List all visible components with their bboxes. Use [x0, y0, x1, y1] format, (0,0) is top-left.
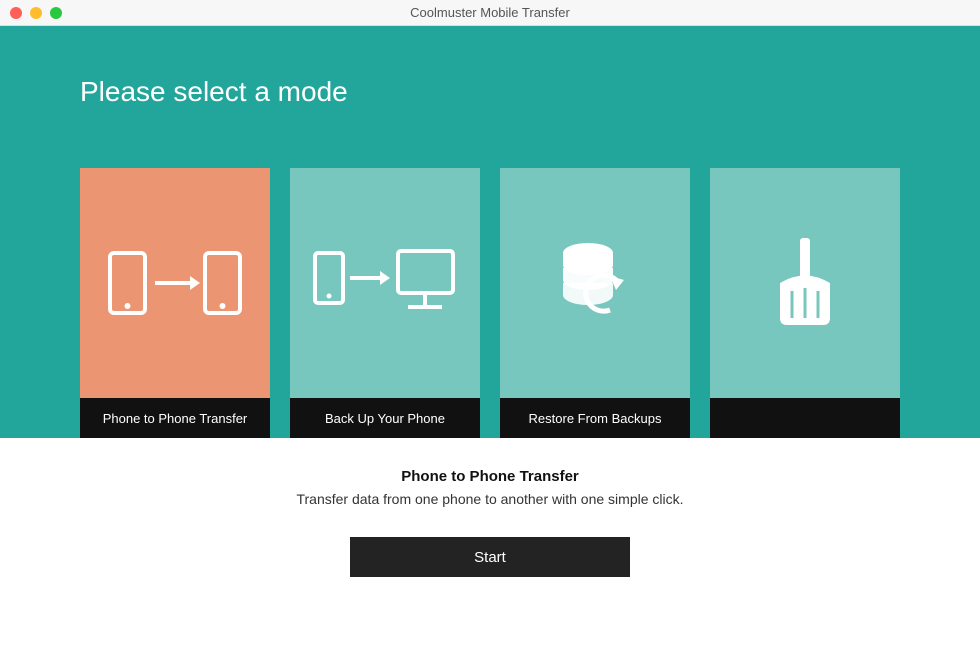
phone-to-phone-icon: [105, 248, 245, 318]
app-body: Please select a mode: [0, 26, 980, 660]
minimize-icon[interactable]: [30, 7, 42, 19]
footer-title: Phone to Phone Transfer: [401, 468, 579, 485]
hero-section: Please select a mode: [0, 26, 980, 438]
database-restore-icon: [550, 238, 640, 328]
footer-section: Phone to Phone Transfer Transfer data fr…: [0, 438, 980, 660]
phone-to-computer-icon: [310, 243, 460, 323]
close-icon[interactable]: [10, 7, 22, 19]
maximize-icon[interactable]: [50, 7, 62, 19]
window-controls: [0, 7, 62, 19]
mode-icon-area: [80, 168, 270, 398]
footer-description: Transfer data from one phone to another …: [296, 491, 683, 507]
mode-label: [710, 398, 900, 438]
mode-card-erase[interactable]: [710, 168, 900, 438]
mode-card-backup[interactable]: Back Up Your Phone: [290, 168, 480, 438]
mode-cards: Phone to Phone Transfer: [80, 168, 900, 438]
page-heading: Please select a mode: [80, 76, 900, 108]
start-button[interactable]: Start: [350, 537, 630, 577]
mode-label: Restore From Backups: [500, 398, 690, 438]
window-title: Coolmuster Mobile Transfer: [410, 5, 570, 20]
mode-label: Back Up Your Phone: [290, 398, 480, 438]
mode-label: Phone to Phone Transfer: [80, 398, 270, 438]
mode-icon-area: [500, 168, 690, 398]
mode-card-phone-transfer[interactable]: Phone to Phone Transfer: [80, 168, 270, 438]
erase-icon: [770, 233, 840, 333]
mode-icon-area: [710, 168, 900, 398]
titlebar: Coolmuster Mobile Transfer: [0, 0, 980, 26]
mode-icon-area: [290, 168, 480, 398]
mode-card-restore[interactable]: Restore From Backups: [500, 168, 690, 438]
